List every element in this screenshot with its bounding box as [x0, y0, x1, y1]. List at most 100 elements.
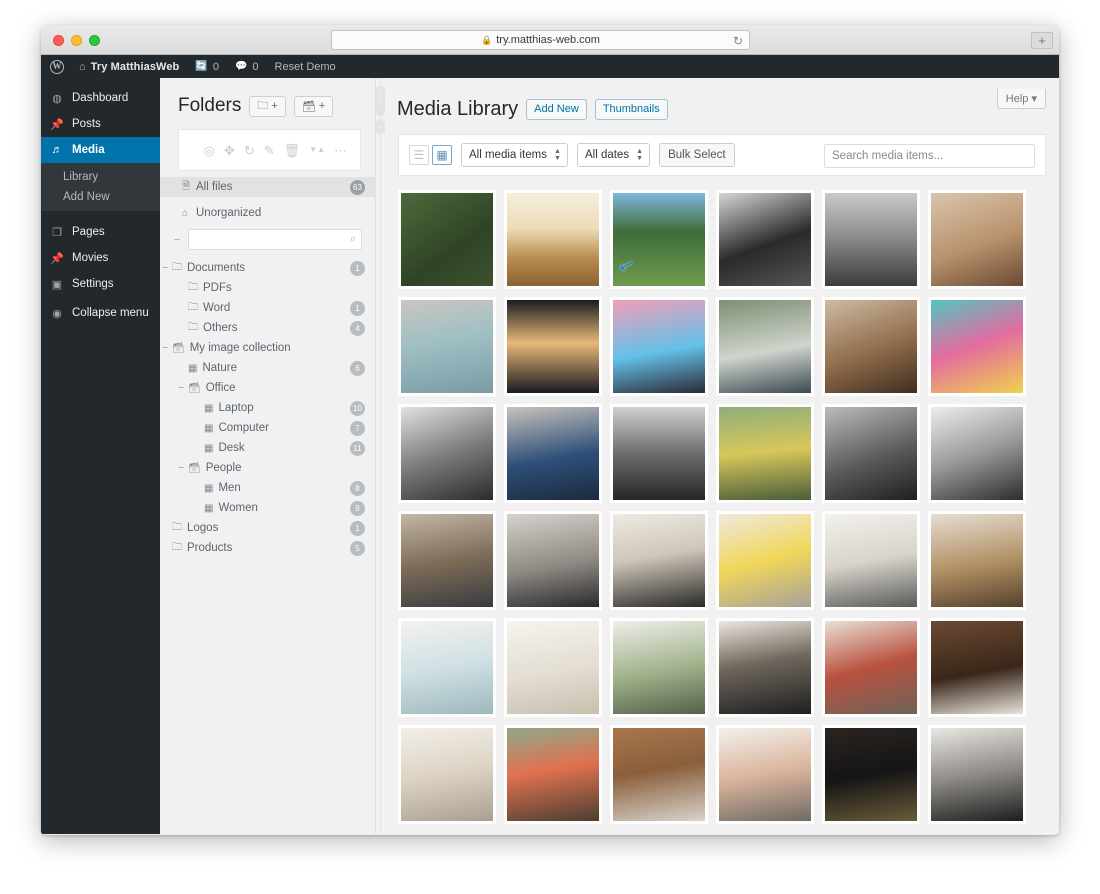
sidebar-item-media[interactable]: ♬ Media [41, 137, 168, 163]
folder-search-input[interactable]: ⌕ [188, 229, 362, 250]
expand-toggle-icon[interactable]: − [176, 382, 186, 394]
bulk-select-button[interactable]: Bulk Select [659, 143, 735, 167]
media-thumbnail[interactable] [610, 511, 708, 610]
media-thumbnail[interactable] [716, 190, 814, 289]
media-thumbnail[interactable] [610, 404, 708, 503]
media-thumbnail[interactable]: ➚ [610, 190, 708, 289]
media-thumbnail[interactable] [504, 725, 602, 824]
folder-item-pdfs[interactable]: 🗀 PDFs [160, 278, 375, 298]
expand-toggle-icon[interactable]: − [176, 462, 186, 474]
media-thumbnail[interactable] [398, 297, 496, 396]
panel-resizer[interactable]: ⋮ ⋮ ‹ [376, 78, 385, 834]
folder-item-unorganized[interactable]: ⌂ Unorganized [160, 203, 375, 223]
media-thumbnail[interactable] [928, 297, 1026, 396]
folder-item-documents[interactable]: − 🗀 Documents 1 [160, 258, 375, 278]
media-thumbnail[interactable] [398, 618, 496, 717]
media-thumbnail[interactable] [928, 404, 1026, 503]
help-button[interactable]: Help ▾ [996, 89, 1046, 109]
comments-menu[interactable]: 💬 0 [227, 55, 267, 78]
close-window-button[interactable] [53, 35, 64, 46]
trash-icon[interactable]: 🗑 [284, 144, 301, 157]
media-thumbnail[interactable] [822, 297, 920, 396]
media-thumbnail[interactable] [398, 190, 496, 289]
media-thumbnail[interactable] [822, 618, 920, 717]
folder-item-women[interactable]: ▦ Women 9 [160, 498, 375, 518]
new-tab-button[interactable]: + [1031, 32, 1053, 49]
media-thumbnail[interactable] [822, 190, 920, 289]
media-thumbnail[interactable] [398, 725, 496, 824]
add-new-button[interactable]: Add New [526, 99, 587, 120]
address-bar[interactable]: 🔒 try.matthias-web.com ↻ [331, 30, 750, 50]
reload-icon[interactable]: ↻ [733, 34, 743, 48]
media-thumbnail[interactable] [504, 618, 602, 717]
collapse-menu-button[interactable]: ◉ Collapse menu [41, 300, 160, 326]
media-thumbnail[interactable] [716, 404, 814, 503]
media-thumbnail[interactable] [610, 297, 708, 396]
media-thumbnail[interactable] [928, 618, 1026, 717]
media-thumbnail[interactable] [822, 725, 920, 824]
more-icon[interactable]: ⋯ [334, 144, 347, 157]
folder-item-products[interactable]: 🗀 Products 5 [160, 538, 375, 558]
search-input[interactable]: Search media items... [824, 144, 1035, 168]
grid-view-icon[interactable]: ▦ [432, 145, 452, 165]
media-thumbnail[interactable] [504, 297, 602, 396]
folder-item-logos[interactable]: 🗀 Logos 1 [160, 518, 375, 538]
folder-item-laptop[interactable]: ▦ Laptop 10 [160, 398, 375, 418]
new-folder-button[interactable]: 🗀 + [249, 95, 286, 117]
folder-item-nature[interactable]: ▦ Nature 6 [160, 358, 375, 378]
folder-item-my-image-collection[interactable]: − 🗃 My image collection [160, 338, 375, 358]
updates-menu[interactable]: 🔄 0 [187, 55, 227, 78]
wp-logo-menu[interactable]: W [41, 55, 71, 78]
media-thumbnail[interactable] [398, 404, 496, 503]
media-thumbnail[interactable] [716, 725, 814, 824]
refresh-icon[interactable]: ↻ [244, 144, 255, 157]
media-thumbnail[interactable] [928, 725, 1026, 824]
sort-icon[interactable]: ▼▲ [309, 146, 325, 154]
move-icon[interactable]: ✥ [224, 144, 235, 157]
media-thumbnail[interactable] [504, 511, 602, 610]
collapse-toggle-icon[interactable]: − [172, 234, 182, 246]
media-thumbnail[interactable] [610, 618, 708, 717]
sidebar-item-posts[interactable]: 📌 Posts [41, 111, 160, 137]
sidebar-subitem-library[interactable]: Library [41, 167, 160, 187]
sidebar-item-dashboard[interactable]: ◍ Dashboard [41, 85, 160, 111]
sidebar-subitem-add-new[interactable]: Add New [41, 187, 160, 207]
site-name-menu[interactable]: ⌂ Try MatthiasWeb [71, 55, 187, 78]
folder-item-others[interactable]: 🗀 Others 4 [160, 318, 375, 338]
folder-item-people[interactable]: − 🗃 People [160, 458, 375, 478]
folder-item-men[interactable]: ▦ Men 8 [160, 478, 375, 498]
media-thumbnail[interactable] [716, 511, 814, 610]
folder-item-all-files[interactable]: 🗎 All files 63 [160, 177, 375, 197]
list-view-icon[interactable]: ☰ [409, 145, 429, 165]
media-thumbnail[interactable] [928, 190, 1026, 289]
folder-item-office[interactable]: − 🗃 Office [160, 378, 375, 398]
reset-demo-link[interactable]: Reset Demo [267, 55, 344, 78]
media-thumbnail[interactable] [716, 297, 814, 396]
date-filter[interactable]: All dates ▲ ▼ [576, 143, 651, 167]
media-thumbnail[interactable] [822, 404, 920, 503]
media-thumbnail[interactable] [504, 404, 602, 503]
media-type-filter[interactable]: All media items ▲ ▼ [461, 143, 568, 167]
media-thumbnail[interactable] [716, 618, 814, 717]
thumbnails-button[interactable]: Thumbnails [594, 99, 668, 120]
sidebar-item-movies[interactable]: 📌 Movies [41, 245, 160, 271]
media-thumbnail[interactable] [928, 511, 1026, 610]
folder-item-word[interactable]: 🗀 Word 1 [160, 298, 375, 318]
folder-item-desk[interactable]: ▦ Desk 11 [160, 438, 375, 458]
resizer-collapse-icon[interactable]: ‹ [376, 120, 385, 134]
maximize-window-button[interactable] [89, 35, 100, 46]
expand-toggle-icon[interactable]: − [160, 342, 170, 354]
media-thumbnail[interactable] [504, 190, 602, 289]
minimize-window-button[interactable] [71, 35, 82, 46]
sidebar-item-settings[interactable]: ▣ Settings [41, 271, 160, 297]
media-thumbnail[interactable] [398, 511, 496, 610]
sidebar-item-pages[interactable]: ❐ Pages [41, 219, 160, 245]
expand-toggle-icon[interactable]: − [160, 262, 170, 274]
new-collection-button[interactable]: 🗃 + [293, 95, 334, 117]
folder-item-computer[interactable]: ▦ Computer 7 [160, 418, 375, 438]
media-thumbnail[interactable] [610, 725, 708, 824]
settings-icon[interactable]: ◎ [204, 144, 215, 157]
resizer-grip-icon[interactable]: ⋮ ⋮ [376, 86, 385, 116]
media-thumbnail[interactable] [822, 511, 920, 610]
edit-icon[interactable]: ✎ [264, 144, 275, 157]
